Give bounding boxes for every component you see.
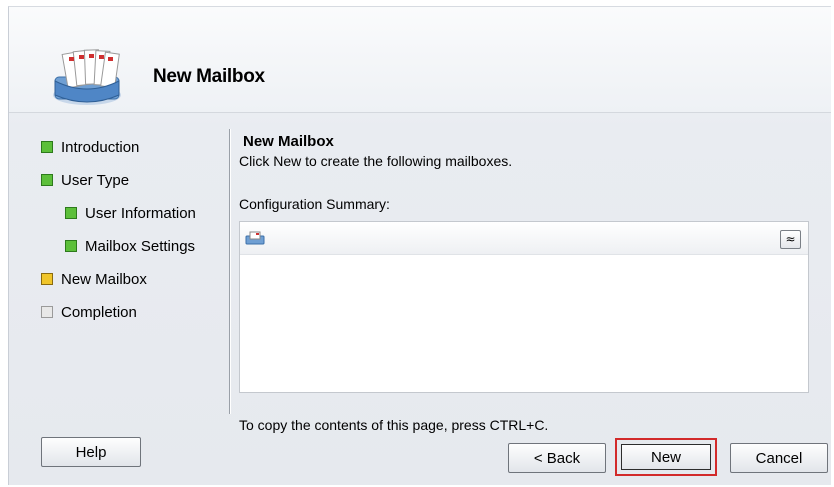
step-complete-icon	[41, 174, 53, 186]
step-label: User Information	[85, 204, 196, 222]
step-label: New Mailbox	[61, 270, 147, 288]
wizard-header: New Mailbox	[9, 7, 831, 112]
back-button[interactable]: < Back	[508, 443, 606, 473]
mailbox-stack-icon	[53, 49, 121, 105]
step-label: Mailbox Settings	[85, 237, 196, 255]
help-button[interactable]: Help	[41, 437, 141, 467]
copy-instruction: To copy the contents of this page, press…	[239, 417, 549, 433]
page-title: New Mailbox	[153, 66, 265, 87]
configuration-summary-panel[interactable]: ≈	[239, 221, 809, 393]
step-user-type: User Type	[41, 170, 129, 190]
step-complete-icon	[65, 207, 77, 219]
new-button[interactable]: New	[621, 444, 711, 470]
new-button-highlight: New	[615, 438, 717, 476]
step-label: User Type	[61, 171, 130, 189]
configuration-summary-label: Configuration Summary:	[239, 196, 390, 212]
collapse-chevron-icon[interactable]: ≈	[780, 230, 801, 249]
mailbox-icon	[245, 231, 265, 245]
step-new-mailbox: New Mailbox	[41, 269, 147, 289]
step-label: Completion	[61, 303, 137, 321]
content-description: Click New to create the following mailbo…	[239, 153, 513, 169]
content-title: New Mailbox	[243, 133, 334, 150]
step-pending-icon	[41, 306, 53, 318]
step-current-icon	[41, 273, 53, 285]
step-complete-icon	[65, 240, 77, 252]
steps-divider	[229, 129, 230, 414]
step-label: Introduction	[61, 138, 140, 156]
step-introduction: Introduction	[41, 137, 139, 157]
new-mailbox-wizard: New Mailbox Introduction User Type User …	[8, 6, 831, 485]
summary-row[interactable]: ≈	[240, 222, 808, 255]
cancel-button[interactable]: Cancel	[730, 443, 828, 473]
step-user-information: User Information	[65, 203, 196, 223]
header-divider	[9, 112, 831, 113]
step-mailbox-settings: Mailbox Settings	[65, 236, 195, 256]
step-completion: Completion	[41, 302, 137, 322]
step-complete-icon	[41, 141, 53, 153]
